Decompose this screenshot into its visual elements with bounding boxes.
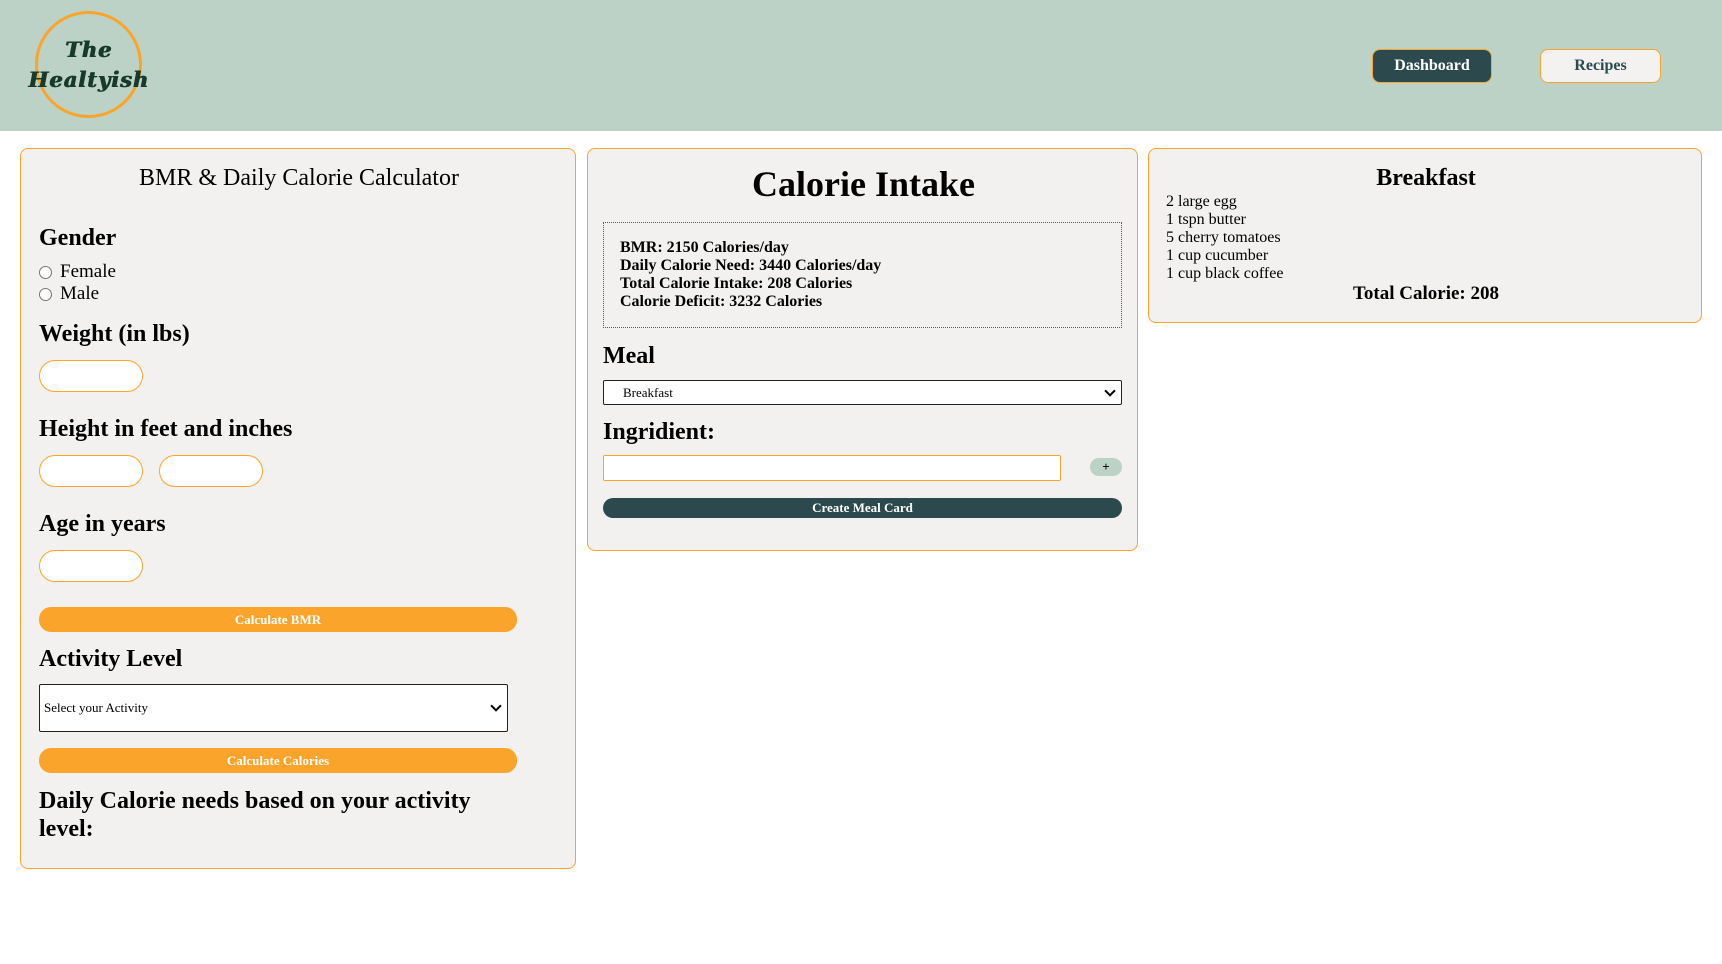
- list-item: 1 cup cucumber: [1166, 247, 1269, 264]
- weight-input[interactable]: [39, 360, 143, 392]
- meal-card-title: Breakfast: [1376, 165, 1476, 191]
- height-inches-input[interactable]: [159, 455, 263, 487]
- meal-ingredient-list: 2 large egg 1 tspn butter 5 cherry tomat…: [1166, 193, 1283, 283]
- gender-label: Gender: [39, 225, 117, 251]
- add-ingredient-button[interactable]: +: [1090, 458, 1122, 476]
- meal-card: Breakfast 2 large egg 1 tspn butter 5 ch…: [1148, 148, 1702, 323]
- logo-line-2: Healtyish: [28, 66, 149, 92]
- activity-level-select[interactable]: Select your Activity: [39, 684, 508, 732]
- weight-label: Weight (in lbs): [39, 321, 190, 347]
- bmr-calculator-title: BMR & Daily Calorie Calculator: [139, 165, 459, 191]
- list-item: 2 large egg: [1166, 193, 1237, 210]
- male-radio[interactable]: [39, 287, 52, 301]
- gender-option-male[interactable]: Male: [39, 283, 99, 305]
- activity-select-value: Select your Activity: [44, 700, 148, 715]
- meal-total-calories: Total Calorie: 208: [1352, 283, 1499, 304]
- calorie-intake-title: Calorie Intake: [752, 164, 975, 204]
- chevron-down-icon: [490, 700, 502, 712]
- calorie-intake-card: Calorie Intake BMR: 2150 Calories/day Da…: [587, 148, 1138, 551]
- list-item: 5 cherry tomatoes: [1166, 229, 1281, 246]
- recipes-button[interactable]: Recipes: [1540, 49, 1661, 83]
- calorie-deficit-summary: Calorie Deficit: 3232 Calories: [620, 293, 823, 310]
- height-label: Height in feet and inches: [39, 416, 293, 442]
- activity-level-label: Activity Level: [39, 646, 183, 672]
- ingredient-input[interactable]: [603, 455, 1061, 481]
- dashboard-button[interactable]: Dashboard: [1372, 49, 1492, 83]
- female-radio[interactable]: [39, 265, 52, 279]
- app-header: The Healtyish Dashboard Recipes: [0, 0, 1722, 131]
- bmr-calculator-card: BMR & Daily Calorie Calculator Gender Fe…: [20, 148, 576, 869]
- female-radio-label: Female: [60, 261, 116, 282]
- age-input[interactable]: [39, 550, 143, 582]
- chevron-down-icon: [1104, 384, 1116, 397]
- daily-calorie-needs-label: Daily Calorie needs based on your activi…: [39, 788, 471, 842]
- list-item: 1 cup black coffee: [1166, 265, 1284, 282]
- total-intake-summary: Total Calorie Intake: 208 Calories: [620, 275, 853, 292]
- male-radio-label: Male: [60, 283, 100, 304]
- brand-logo[interactable]: The Healtyish: [28, 11, 148, 118]
- height-feet-input[interactable]: [39, 455, 143, 487]
- bmr-summary: BMR: 2150 Calories/day: [620, 239, 789, 256]
- calculate-calories-button[interactable]: Calculate Calories: [39, 748, 517, 773]
- ingredient-label: Ingridient:: [603, 419, 716, 445]
- meal-select-value: Breakfast: [623, 384, 673, 400]
- meal-select[interactable]: Breakfast: [603, 380, 1122, 405]
- daily-need-summary: Daily Calorie Need: 3440 Calories/day: [620, 257, 882, 274]
- logo-line-1: The: [64, 36, 113, 62]
- calculate-bmr-button[interactable]: Calculate BMR: [39, 607, 517, 632]
- list-item: 1 tspn butter: [1166, 211, 1246, 228]
- create-meal-card-button[interactable]: Create Meal Card: [603, 498, 1122, 518]
- gender-option-female[interactable]: Female: [39, 261, 116, 283]
- meal-label: Meal: [603, 343, 655, 369]
- age-label: Age in years: [39, 511, 166, 537]
- calorie-summary-box: BMR: 2150 Calories/day Daily Calorie Nee…: [603, 222, 1122, 328]
